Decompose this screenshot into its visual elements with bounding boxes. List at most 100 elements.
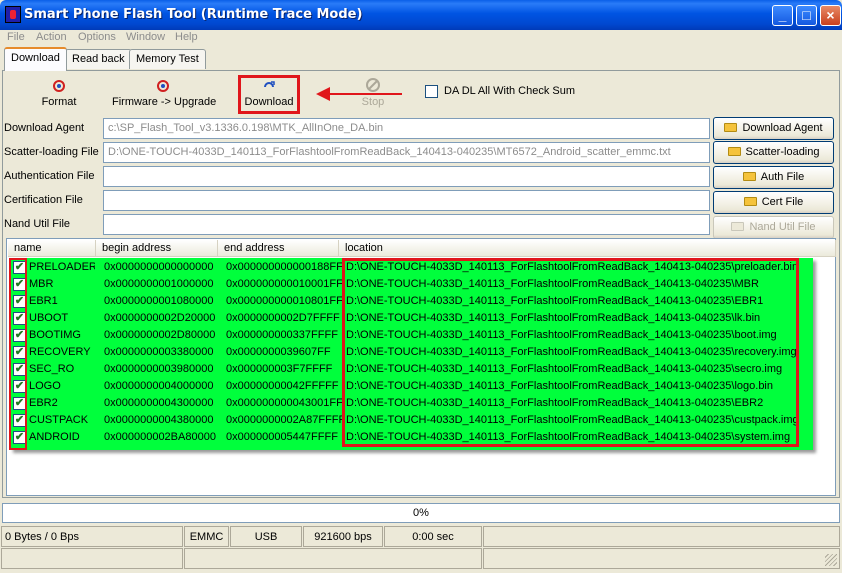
format-icon [53,80,65,92]
partition-begin-address: 0x0000000004300000 [104,397,214,409]
column-end-address[interactable]: end address [218,240,339,257]
partition-end-address: 0x000000000010001FF [226,278,343,290]
status-row2-b [184,548,482,569]
download-agent-button[interactable]: Download Agent [713,117,834,140]
partition-begin-address: 0x0000000002D80000 [104,329,216,341]
tab-memory-test[interactable]: Memory Test [129,49,206,69]
folder-icon [742,172,756,181]
auth-file-button[interactable]: Auth File [713,166,834,189]
status-baud: 921600 bps [303,526,383,547]
close-button[interactable]: × [820,5,841,26]
menu-window[interactable]: Window [126,31,165,43]
cert-file-button[interactable]: Cert File [713,191,834,214]
menu-action[interactable]: Action [36,31,67,43]
partition-name: ANDROID [29,431,80,443]
stop-label: Stop [361,96,385,108]
firmware-upgrade-icon [157,80,169,92]
nand-util-file-field[interactable] [103,214,710,235]
authentication-file-field[interactable] [103,166,710,187]
status-row2-a [1,548,183,569]
menu-file[interactable]: File [7,31,25,43]
partition-begin-address: 0x0000000004000000 [104,380,214,392]
firmware-upgrade-button[interactable]: Firmware -> Upgrade [112,79,217,108]
checksum-label: DA DL All With Check Sum [444,85,576,97]
download-agent-label: Download Agent [4,122,85,134]
status-time: 0:00 sec [384,526,482,547]
menu-options[interactable]: Options [78,31,116,43]
partition-begin-address: 0x0000000001000000 [104,278,214,290]
partition-end-address: 0x000000005447FFFF [226,431,338,443]
status-row2-c [483,548,840,569]
authentication-file-label: Authentication File [4,170,95,182]
column-begin-address[interactable]: begin address [96,240,218,257]
partition-name: PRELOADER [29,261,95,273]
partition-begin-address: 0x0000000003380000 [104,346,214,358]
app-icon [5,6,21,23]
stop-icon [366,78,380,92]
partition-name: RECOVERY [29,346,91,358]
partition-name: BOOTIMG [29,329,81,341]
nand-util-file-button-label: Nand Util File [749,221,816,233]
certification-file-label: Certification File [4,194,83,206]
partition-list[interactable]: name begin address end address location … [6,238,836,496]
partition-begin-address: 0x000000002BA80000 [104,431,216,443]
firmware-upgrade-label: Firmware -> Upgrade [112,96,217,108]
resize-grip[interactable] [825,554,837,566]
checksum-checkbox[interactable] [425,85,438,98]
partition-end-address: 0x000000003F7FFFF [226,363,333,375]
maximize-button[interactable]: □ [796,5,817,26]
column-name[interactable]: name [8,240,96,257]
folder-icon [724,123,738,132]
partition-begin-address: 0x0000000001080000 [104,295,214,307]
download-agent-field[interactable]: c:\SP_Flash_Tool_v3.1336.0.198\MTK_AllIn… [103,118,710,139]
status-connection: USB [230,526,302,547]
partition-name: LOGO [29,380,61,392]
partition-end-address: 0x000000000010801FF [226,295,343,307]
cert-file-button-label: Cert File [761,196,804,208]
window-title: Smart Phone Flash Tool (Runtime Trace Mo… [24,7,363,22]
folder-icon [731,222,745,231]
stop-button[interactable]: Stop [359,77,387,108]
partition-end-address: 0x0000000002D7FFFF [226,312,340,324]
progress-bar: 0% [2,503,840,523]
download-highlight-box [238,75,300,114]
partition-name: EBR1 [29,295,58,307]
scatter-loading-button[interactable]: Scatter-loading [713,141,834,164]
partition-name: MBR [29,278,54,290]
partition-end-address: 0x0000000039607FF [226,346,331,358]
status-bytes: 0 Bytes / 0 Bps [1,526,183,547]
nand-util-file-button[interactable]: Nand Util File [713,216,834,239]
menu-help[interactable]: Help [175,31,198,43]
scatter-loading-field[interactable]: D:\ONE-TOUCH-4033D_140113_ForFlashtoolFr… [103,142,710,163]
annotation-arrow-icon [316,87,330,101]
tab-download[interactable]: Download [4,47,67,71]
partition-begin-address: 0x0000000003980000 [104,363,214,375]
column-location[interactable]: location [339,240,836,257]
auth-file-button-label: Auth File [760,171,805,183]
format-button[interactable]: Format [41,79,77,108]
checkbox-column-highlight-box [9,258,27,450]
minimize-button[interactable]: _ [772,5,793,26]
partition-name: CUSTPACK [29,414,89,426]
title-bar[interactable]: Smart Phone Flash Tool (Runtime Trace Mo… [0,0,842,30]
format-label: Format [41,96,77,108]
location-column-highlight-box [342,258,799,447]
partition-end-address: 0x00000000042FFFFF [226,380,339,392]
partition-begin-address: 0x0000000000000000 [104,261,214,273]
tab-read-back[interactable]: Read back [65,49,132,69]
menu-bar: File Action Options Window Help [0,30,842,48]
partition-end-address: 0x000000000043001FF [226,397,343,409]
certification-file-field[interactable] [103,190,710,211]
status-extra [483,526,840,547]
partition-end-address: 0x000000000337FFFF [226,329,338,341]
partition-end-address: 0x0000000002A87FFFF [226,414,344,426]
partition-name: EBR2 [29,397,58,409]
partition-name: UBOOT [29,312,69,324]
scatter-loading-label: Scatter-loading File [4,146,99,158]
status-storage: EMMC [184,526,229,547]
partition-begin-address: 0x0000000004380000 [104,414,214,426]
download-agent-button-label: Download Agent [742,122,823,134]
nand-util-file-label: Nand Util File [4,218,71,230]
progress-text: 0% [413,507,429,519]
partition-end-address: 0x000000000000188FF [226,261,343,273]
